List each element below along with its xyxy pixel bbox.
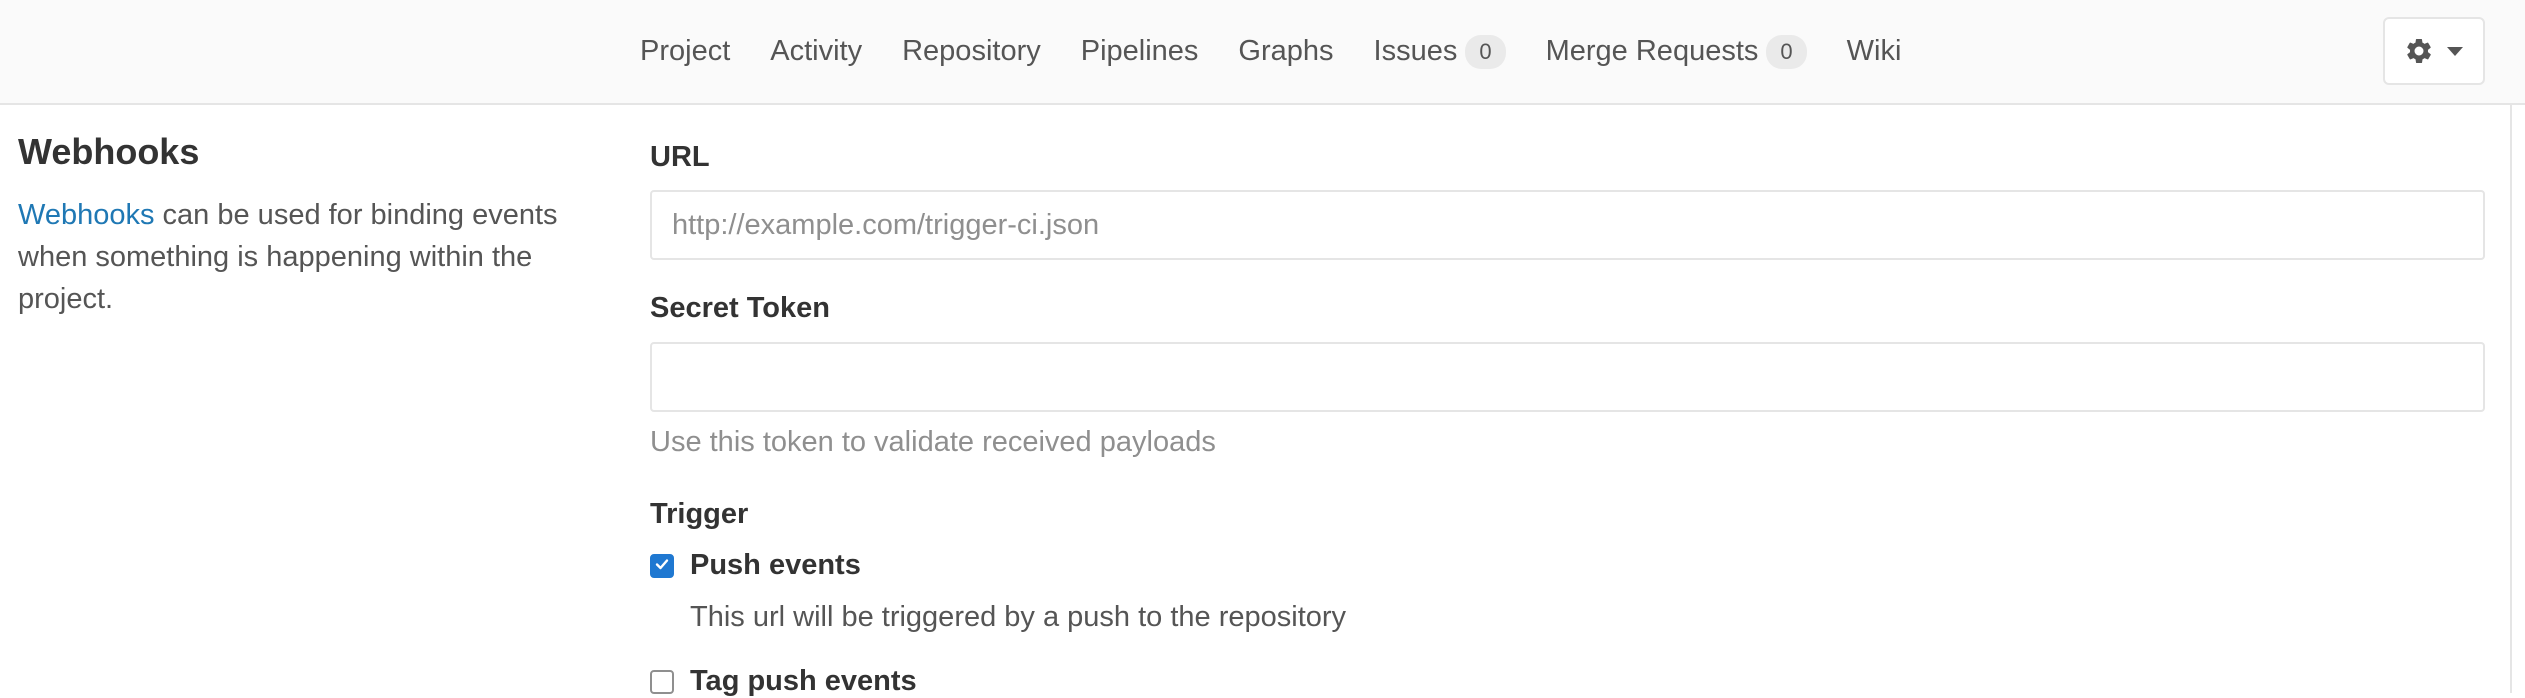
tag-push-events-checkbox[interactable] [650, 670, 674, 694]
nav-item-label: Merge Requests [1545, 35, 1759, 67]
project-nav-links: Project Activity Repository Pipelines Gr… [640, 0, 1901, 103]
tag-push-events-label[interactable]: Tag push events [690, 665, 917, 698]
push-events-checkbox[interactable] [650, 554, 674, 578]
push-events-label[interactable]: Push events [690, 549, 861, 582]
gear-icon [2404, 36, 2434, 66]
nav-item-project[interactable]: Project [640, 35, 730, 68]
merge-requests-count-badge: 0 [1766, 34, 1807, 69]
secret-token-label: Secret Token [650, 292, 830, 324]
url-label: URL [650, 141, 710, 173]
nav-item-wiki[interactable]: Wiki [1847, 35, 1902, 68]
push-events-help: This url will be triggered by a push to … [690, 601, 1347, 633]
nav-item-merge-requests[interactable]: Merge Requests 0 [1545, 34, 1807, 69]
nav-item-activity[interactable]: Activity [770, 35, 862, 68]
secret-token-input[interactable] [650, 342, 2485, 412]
nav-item-label: Pipelines [1080, 35, 1199, 67]
trigger-label: Trigger [650, 498, 749, 530]
webhooks-description-panel: Webhooks Webhooks can be used for bindin… [18, 130, 558, 320]
content-edge-divider [2510, 105, 2512, 693]
section-description: Webhooks can be used for binding events … [18, 194, 558, 320]
nav-item-graphs[interactable]: Graphs [1238, 35, 1333, 68]
url-input[interactable] [650, 190, 2485, 260]
webhooks-help-link[interactable]: Webhooks [18, 199, 155, 231]
nav-item-label: Issues [1373, 35, 1458, 67]
nav-item-repository[interactable]: Repository [902, 35, 1041, 68]
nav-item-pipelines[interactable]: Pipelines [1081, 35, 1199, 68]
nav-item-label: Activity [770, 35, 863, 67]
top-nav-bar: Project Activity Repository Pipelines Gr… [0, 0, 2525, 105]
nav-item-issues[interactable]: Issues 0 [1373, 34, 1506, 69]
caret-down-icon [2446, 45, 2464, 57]
nav-item-label: Graphs [1238, 35, 1334, 67]
checkmark-icon [654, 556, 670, 577]
issues-count-badge: 0 [1465, 34, 1506, 69]
secret-token-help: Use this token to validate received payl… [650, 426, 1216, 458]
nav-item-label: Project [640, 35, 731, 67]
settings-dropdown-button[interactable] [2383, 17, 2485, 85]
nav-item-label: Wiki [1846, 35, 1902, 67]
section-title: Webhooks [18, 131, 200, 172]
nav-item-label: Repository [902, 35, 1041, 67]
